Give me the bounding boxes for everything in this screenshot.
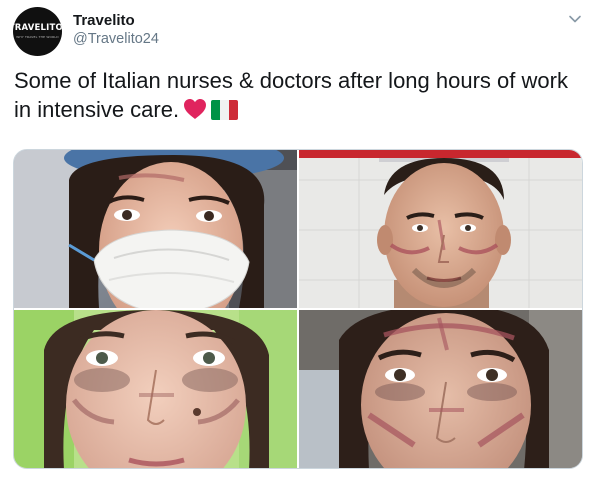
author-info[interactable]: Travelito @Travelito24 [73, 11, 159, 48]
author-handle[interactable]: @Travelito24 [73, 30, 159, 48]
tweet-text: Some of Italian nurses & doctors after l… [14, 66, 589, 127]
italian-flag-emoji [211, 98, 239, 127]
avatar[interactable]: TRAVELITO. WHY TRAVEL THE WORLD [13, 7, 62, 56]
chevron-down-icon[interactable] [568, 12, 582, 26]
tweet-card: TRAVELITO. WHY TRAVEL THE WORLD Travelit… [0, 0, 599, 478]
photo-nurse-with-mask[interactable] [14, 150, 297, 308]
heart-emoji [183, 98, 207, 127]
photo-doctor-with-face-marks[interactable] [299, 150, 582, 308]
photo-nurse-with-face-marks[interactable] [299, 310, 582, 468]
photo-nurse-bruised-face[interactable] [14, 310, 297, 468]
tweet-text-body: Some of Italian nurses & doctors after l… [14, 68, 568, 122]
media-grid [13, 149, 583, 469]
author-display-name[interactable]: Travelito [73, 11, 159, 30]
avatar-logo-subtext: WHY TRAVEL THE WORLD [16, 34, 59, 39]
avatar-logo-text: TRAVELITO. [13, 23, 62, 34]
